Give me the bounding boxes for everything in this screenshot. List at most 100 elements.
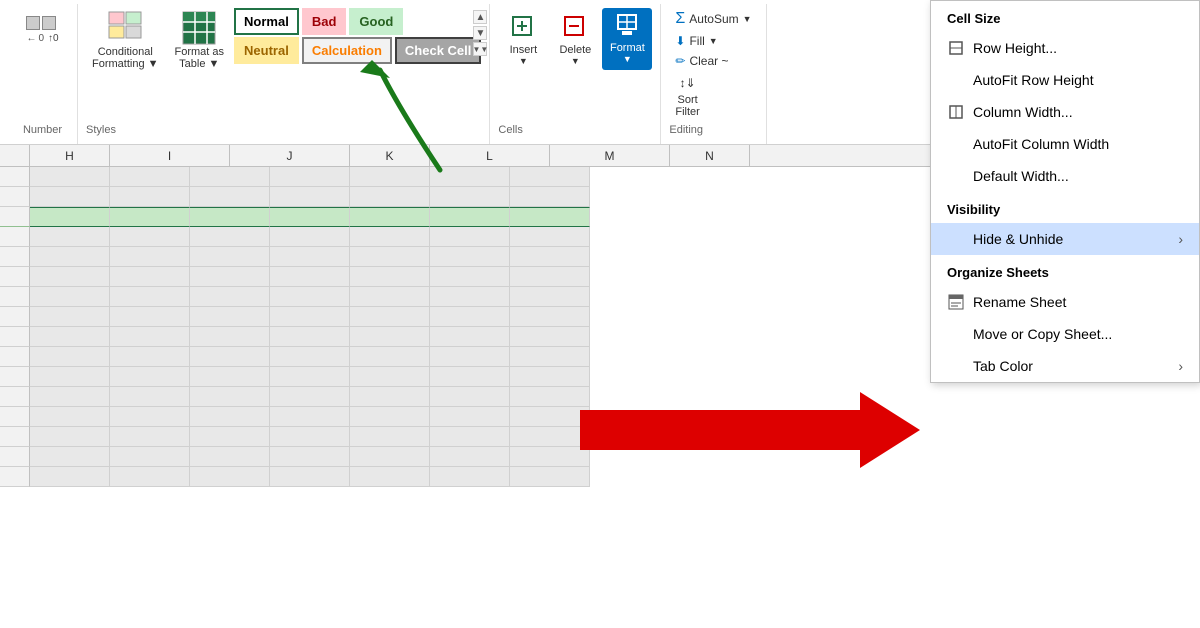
cell[interactable] xyxy=(430,267,510,287)
cell[interactable] xyxy=(350,227,430,247)
cell[interactable] xyxy=(430,347,510,367)
cell[interactable] xyxy=(350,407,430,427)
cell[interactable] xyxy=(350,307,430,327)
cell[interactable] xyxy=(430,227,510,247)
cell[interactable] xyxy=(350,287,430,307)
cell[interactable] xyxy=(350,167,430,187)
cell[interactable] xyxy=(510,347,590,367)
format-button[interactable]: Format ▼ xyxy=(602,8,652,70)
cell[interactable] xyxy=(30,347,110,367)
cell[interactable] xyxy=(270,387,350,407)
column-width-item[interactable]: Column Width... xyxy=(931,96,1199,128)
cell[interactable] xyxy=(350,447,430,467)
cell[interactable] xyxy=(270,467,350,487)
style-good[interactable]: Good xyxy=(349,8,403,35)
cell[interactable] xyxy=(510,387,590,407)
cell[interactable] xyxy=(270,367,350,387)
cell-highlighted[interactable] xyxy=(110,207,190,227)
cell[interactable] xyxy=(510,307,590,327)
cell[interactable] xyxy=(270,267,350,287)
cell[interactable] xyxy=(190,327,270,347)
cell[interactable] xyxy=(430,327,510,347)
cell-highlighted[interactable] xyxy=(270,207,350,227)
cell[interactable] xyxy=(430,187,510,207)
cell[interactable] xyxy=(270,427,350,447)
style-bad[interactable]: Bad xyxy=(302,8,347,35)
cell[interactable] xyxy=(30,247,110,267)
cell[interactable] xyxy=(430,287,510,307)
cell[interactable] xyxy=(110,327,190,347)
cell[interactable] xyxy=(510,267,590,287)
cell[interactable] xyxy=(350,347,430,367)
cell[interactable] xyxy=(110,467,190,487)
styles-scroll-down[interactable]: ▼ xyxy=(473,26,487,40)
style-check[interactable]: Check Cell xyxy=(395,37,481,64)
cell[interactable] xyxy=(190,287,270,307)
cell[interactable] xyxy=(190,367,270,387)
cell[interactable] xyxy=(510,367,590,387)
clear-button[interactable]: ✏ Clear ~ xyxy=(669,52,757,70)
cell[interactable] xyxy=(30,447,110,467)
cell[interactable] xyxy=(30,167,110,187)
cell-highlighted[interactable] xyxy=(510,207,590,227)
cell[interactable] xyxy=(510,187,590,207)
cell[interactable] xyxy=(350,427,430,447)
cell[interactable] xyxy=(350,327,430,347)
fill-button[interactable]: ⬇ Fill ▼ xyxy=(669,32,757,50)
cell[interactable] xyxy=(110,427,190,447)
cell[interactable] xyxy=(110,347,190,367)
cell[interactable] xyxy=(190,447,270,467)
cell[interactable] xyxy=(190,187,270,207)
cell[interactable] xyxy=(110,187,190,207)
sort-filter-button[interactable]: ↕⇓ Sort Filter xyxy=(669,74,705,120)
format-as-table-button[interactable]: Format asTable ▼ xyxy=(169,8,231,72)
cell[interactable] xyxy=(190,467,270,487)
default-width-item[interactable]: Default Width... xyxy=(931,160,1199,192)
cell-highlighted[interactable] xyxy=(190,207,270,227)
move-copy-item[interactable]: Move or Copy Sheet... xyxy=(931,318,1199,350)
cell[interactable] xyxy=(270,247,350,267)
cell[interactable] xyxy=(270,187,350,207)
cell[interactable] xyxy=(110,167,190,187)
cell[interactable] xyxy=(510,427,590,447)
cell[interactable] xyxy=(190,427,270,447)
cell[interactable] xyxy=(270,287,350,307)
cell[interactable] xyxy=(110,387,190,407)
cell[interactable] xyxy=(270,327,350,347)
cell[interactable] xyxy=(510,327,590,347)
cell[interactable] xyxy=(270,307,350,327)
cell[interactable] xyxy=(350,247,430,267)
cell-highlighted[interactable] xyxy=(430,207,510,227)
cell[interactable] xyxy=(110,267,190,287)
cell[interactable] xyxy=(30,367,110,387)
rename-sheet-item[interactable]: Rename Sheet xyxy=(931,286,1199,318)
cell[interactable] xyxy=(350,367,430,387)
cell[interactable] xyxy=(110,367,190,387)
cell[interactable] xyxy=(510,447,590,467)
cell[interactable] xyxy=(270,167,350,187)
cell[interactable] xyxy=(30,187,110,207)
cell[interactable] xyxy=(30,227,110,247)
autofit-row-item[interactable]: AutoFit Row Height xyxy=(931,64,1199,96)
cell[interactable] xyxy=(270,347,350,367)
cell[interactable] xyxy=(190,247,270,267)
cell[interactable] xyxy=(190,407,270,427)
style-normal[interactable]: Normal xyxy=(234,8,299,35)
cell[interactable] xyxy=(190,347,270,367)
cell[interactable] xyxy=(350,387,430,407)
cell[interactable] xyxy=(30,287,110,307)
cell[interactable] xyxy=(270,227,350,247)
cell[interactable] xyxy=(430,387,510,407)
styles-scroll-up[interactable]: ▲ xyxy=(473,10,487,24)
cell[interactable] xyxy=(430,467,510,487)
delete-button[interactable]: Delete ▼ xyxy=(550,8,600,70)
cell[interactable] xyxy=(430,447,510,467)
cell[interactable] xyxy=(510,227,590,247)
autofit-column-item[interactable]: AutoFit Column Width xyxy=(931,128,1199,160)
cell[interactable] xyxy=(510,247,590,267)
cell[interactable] xyxy=(30,307,110,327)
cell[interactable] xyxy=(270,407,350,427)
cell[interactable] xyxy=(110,247,190,267)
cell[interactable] xyxy=(510,167,590,187)
insert-button[interactable]: Insert ▼ xyxy=(498,8,548,70)
